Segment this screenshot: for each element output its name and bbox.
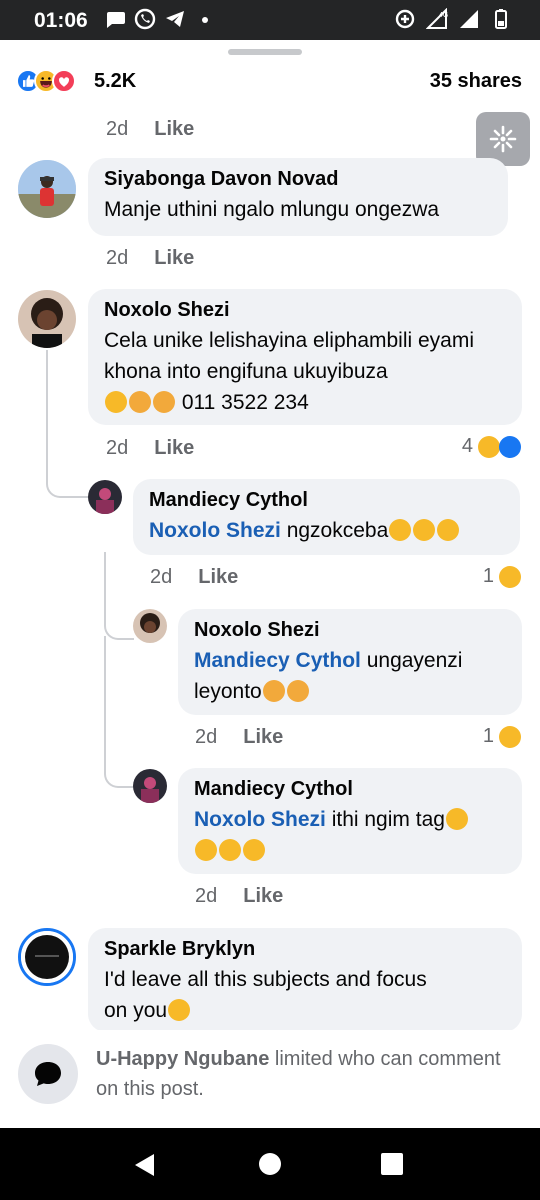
comment-bubble[interactable]: Mandiecy Cythol Noxolo Shezi ngzokceba <box>133 479 520 555</box>
comment-bubble[interactable]: Noxolo Shezi Cela unike lelishayina elip… <box>88 289 522 425</box>
comment-restriction-notice: U-Happy Ngubane limited who can comment … <box>0 1030 540 1128</box>
cat-joy-icon <box>262 680 285 702</box>
phone-number[interactable]: 011 3522 234 <box>182 391 309 414</box>
avatar-photo <box>18 160 76 218</box>
haha-icon <box>499 725 521 748</box>
like-icon <box>499 435 521 458</box>
comment-text: Mandiecy Cythol ungayenzi leyonto <box>194 649 463 703</box>
home-icon[interactable] <box>258 1152 282 1176</box>
commenter-name[interactable]: Noxolo Shezi <box>194 619 508 642</box>
comment-text: Manje uthini ngalo mlungu ongezwa <box>104 198 440 221</box>
comment-bubble[interactable]: Sparkle Bryklyn I'd leave all this subje… <box>88 928 522 1032</box>
comment-reactions[interactable]: 1 <box>483 565 522 588</box>
avatar-photo <box>133 609 167 643</box>
sheet-drag-handle[interactable] <box>228 49 302 55</box>
comment-reactions[interactable]: 1 <box>483 725 522 748</box>
like-button[interactable]: Like <box>243 726 283 748</box>
crying-face-icon <box>445 808 468 830</box>
reactions-bar[interactable]: 5.2K 35 shares <box>16 68 522 98</box>
chat-bubble-icon <box>35 1062 61 1086</box>
comment-bubble[interactable]: Mandiecy Cythol Noxolo Shezi ithi ngim t… <box>178 768 522 874</box>
dot-icon <box>202 17 208 23</box>
shares-count[interactable]: 35 shares <box>430 70 522 93</box>
crying-face-icon <box>389 519 412 541</box>
like-button[interactable]: Like <box>198 566 238 588</box>
haha-icon <box>478 435 500 458</box>
notice-avatar <box>18 1044 78 1104</box>
comment-meta: 2d Like <box>106 437 195 459</box>
back-icon[interactable] <box>132 1152 158 1178</box>
chat-bubble-icon <box>107 12 125 28</box>
avatar[interactable] <box>133 609 167 643</box>
cat-joy-icon <box>153 391 175 413</box>
cat-joy-icon <box>129 391 151 413</box>
svg-text:4G: 4G <box>439 12 448 19</box>
signal-icon <box>460 10 478 28</box>
comment-text: Noxolo Shezi ngzokceba <box>149 515 506 546</box>
comment-text: I'd leave all this subjects and focus on… <box>104 968 427 1022</box>
avatar[interactable] <box>88 480 122 514</box>
like-button[interactable]: Like <box>243 885 283 907</box>
like-button[interactable]: Like <box>154 437 194 459</box>
cat-joy-icon <box>286 680 309 702</box>
comment-reactions[interactable]: 4 <box>462 435 522 458</box>
comment-text: Noxolo Shezi ithi ngim tag <box>194 804 508 866</box>
mention-link[interactable]: Mandiecy Cythol <box>194 649 361 672</box>
status-bar: 01:06 4G <box>0 0 540 40</box>
page-author[interactable]: U-Happy Ngubane <box>96 1048 269 1070</box>
status-time: 01:06 <box>34 9 88 32</box>
avatar[interactable] <box>18 160 76 218</box>
avatar-photo <box>21 931 73 983</box>
comment-text: Cela unike lelishayina eliphambili eyami… <box>104 329 475 414</box>
thread-line <box>104 636 134 788</box>
comment-meta: 2d Like <box>150 566 239 588</box>
whatsapp-icon <box>134 8 156 30</box>
commenter-name[interactable]: Sparkle Bryklyn <box>104 938 508 961</box>
comment-meta: 2d Like <box>106 118 195 140</box>
battery-icon <box>495 9 507 29</box>
avatar-photo <box>18 290 76 348</box>
like-button[interactable]: Like <box>154 247 194 269</box>
commenter-name[interactable]: Siyabonga Davon Novad <box>104 168 494 191</box>
commenter-name[interactable]: Mandiecy Cythol <box>149 489 506 512</box>
commenter-name[interactable]: Mandiecy Cythol <box>194 778 508 801</box>
comment-bubble[interactable]: Siyabonga Davon Novad Manje uthini ngalo… <box>88 158 508 236</box>
thread-line <box>46 350 88 498</box>
comment-bubble[interactable]: Noxolo Shezi Mandiecy Cythol ungayenzi l… <box>178 609 522 715</box>
avatar[interactable] <box>18 928 76 986</box>
mention-link[interactable]: Noxolo Shezi <box>149 519 281 542</box>
comments-sheet: 5.2K 35 shares 2d Like Siyabonga Davon No… <box>0 40 540 1128</box>
hand-over-mouth-icon <box>168 999 191 1021</box>
thread-line <box>104 552 134 640</box>
reaction-count: 5.2K <box>94 70 137 92</box>
rofl-icon <box>413 519 436 541</box>
rofl-icon <box>437 519 460 541</box>
avatar[interactable] <box>133 769 167 803</box>
love-icon <box>52 69 76 93</box>
pleading-face-icon <box>105 391 127 413</box>
signal-icon: 4G <box>426 8 448 29</box>
rofl-icon <box>219 839 241 861</box>
like-button[interactable]: Like <box>154 118 194 140</box>
haha-icon <box>499 565 521 588</box>
telegram-icon <box>166 11 184 27</box>
commenter-name[interactable]: Noxolo Shezi <box>104 299 508 322</box>
comment-meta: 2d Like <box>195 726 284 748</box>
system-navbar <box>0 1128 540 1200</box>
rofl-icon <box>195 839 217 861</box>
comment-meta: 2d Like <box>195 885 284 907</box>
rofl-icon <box>243 839 265 861</box>
avatar[interactable] <box>18 290 76 348</box>
recents-icon[interactable] <box>381 1153 403 1175</box>
avatar-photo <box>133 769 167 803</box>
data-saver-icon <box>395 9 415 29</box>
avatar-photo <box>88 480 122 514</box>
mention-link[interactable]: Noxolo Shezi <box>194 808 326 831</box>
comment-meta: 2d Like <box>106 247 195 269</box>
